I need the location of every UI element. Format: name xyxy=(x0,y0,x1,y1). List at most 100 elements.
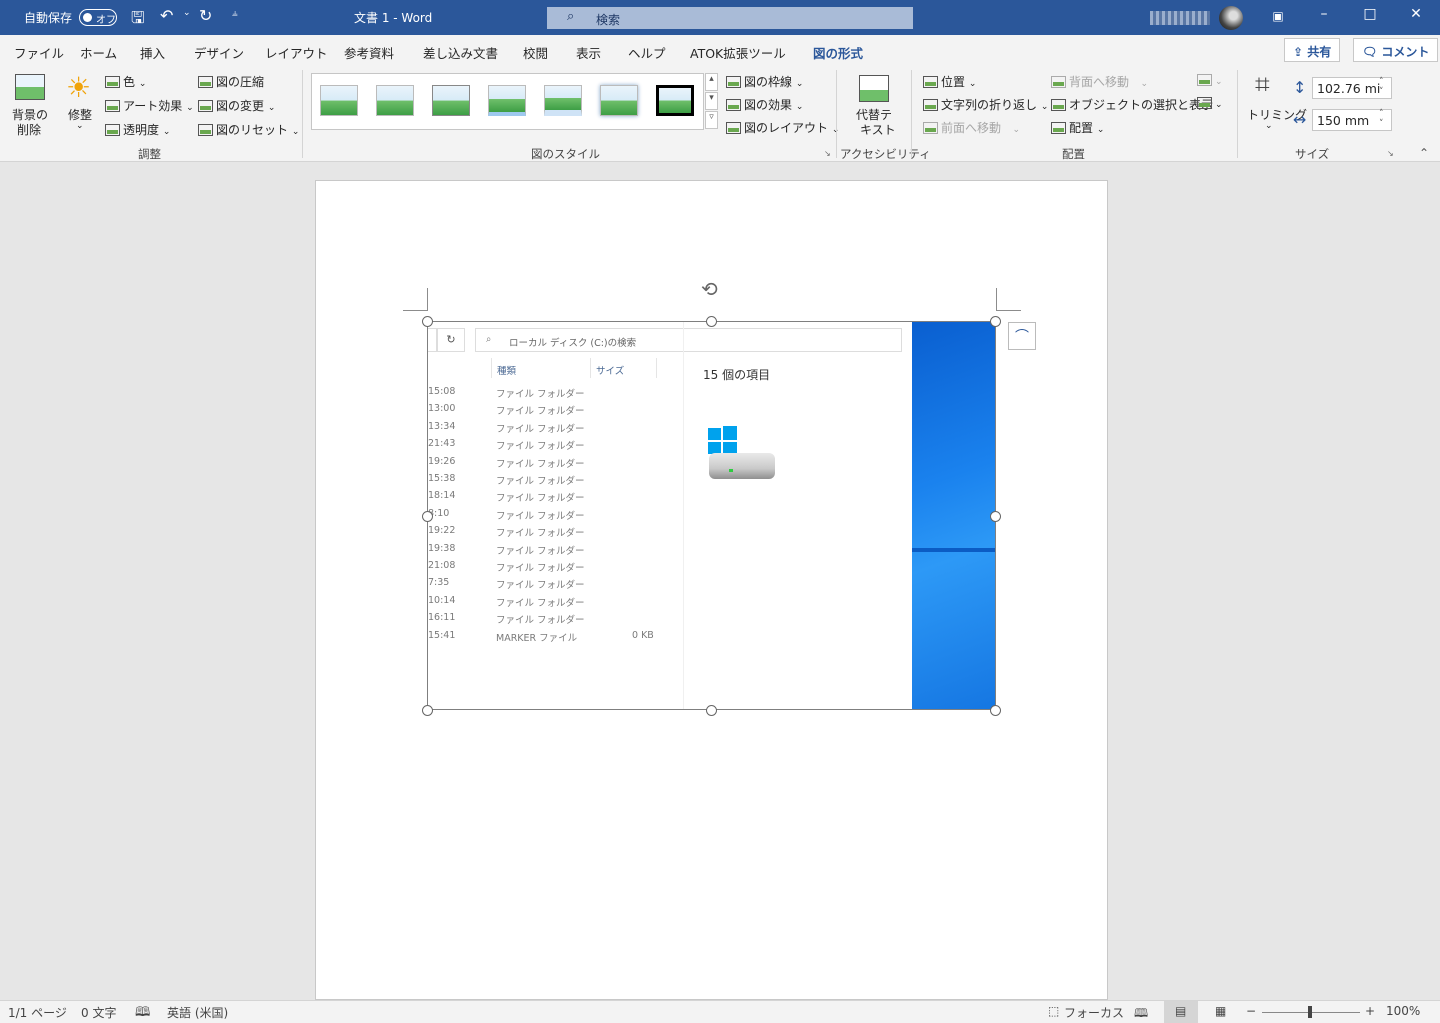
selection-pane-button[interactable]: オブジェクトの選択と表示 xyxy=(1051,96,1213,113)
resize-handle-s[interactable] xyxy=(706,705,717,716)
crop-dropdown-icon[interactable]: ⌄ xyxy=(1265,121,1273,131)
crop-icon[interactable]: ⌗ xyxy=(1255,70,1270,101)
style-thumbnail[interactable] xyxy=(376,85,414,116)
zoom-slider-thumb[interactable] xyxy=(1308,1006,1312,1018)
web-layout-icon[interactable]: ▦ xyxy=(1215,1004,1226,1018)
position-button[interactable]: 位置 ⌄ xyxy=(923,73,976,90)
customize-quick-access-icon[interactable]: ⫨ xyxy=(232,8,238,19)
group-objects-button[interactable]: ⌄ xyxy=(1197,73,1223,87)
rotate-handle-icon[interactable]: ⟲ xyxy=(701,277,718,301)
close-icon[interactable]: ✕ xyxy=(1403,6,1429,28)
search-box[interactable]: ⌕ 検索 xyxy=(547,7,913,29)
page-count[interactable]: 1/1 ページ xyxy=(8,1004,67,1021)
comment-button[interactable]: 🗨 コメント xyxy=(1353,38,1439,62)
tab-layout[interactable]: レイアウト xyxy=(265,43,328,62)
resize-handle-nw[interactable] xyxy=(422,316,433,327)
alt-text-label-2[interactable]: キスト xyxy=(860,121,896,138)
group-label-picture-styles: 図のスタイル xyxy=(531,147,600,161)
autosave-toggle[interactable]: オフ xyxy=(79,9,117,26)
minimize-icon[interactable]: – xyxy=(1311,6,1337,28)
gallery-down-icon[interactable]: ▾ xyxy=(705,92,718,110)
tab-view[interactable]: 表示 xyxy=(576,43,601,62)
zoom-in-icon[interactable]: + xyxy=(1365,1004,1375,1018)
change-picture-button[interactable]: 図の変更 ⌄ xyxy=(198,97,275,114)
transparency-button[interactable]: 透明度 ⌄ xyxy=(105,121,170,138)
save-icon[interactable]: 🖫 xyxy=(131,7,145,34)
undo-dropdown-icon[interactable]: ⌄ xyxy=(183,8,191,18)
style-thumbnail[interactable] xyxy=(432,85,470,116)
bring-forward-button[interactable]: 前面へ移動 ⌄ xyxy=(923,119,1020,136)
account-name-blurred[interactable] xyxy=(1150,11,1210,25)
tab-references[interactable]: 参考資料 xyxy=(344,43,394,62)
proofing-icon[interactable]: 🕮 xyxy=(135,1003,150,1023)
redo-icon[interactable]: ↻ xyxy=(199,6,212,25)
row-type: ファイル フォルダー xyxy=(496,406,585,418)
compress-pictures-button[interactable]: 図の圧縮 xyxy=(198,73,264,90)
style-thumbnail[interactable] xyxy=(600,85,638,116)
send-backward-button[interactable]: 背面へ移動 ⌄ xyxy=(1051,73,1148,90)
remove-background-label-2[interactable]: 削除 xyxy=(17,121,41,138)
rotate-button[interactable]: ⌄ xyxy=(1197,96,1223,110)
maximize-icon[interactable]: □ xyxy=(1357,6,1383,28)
size-dialog-launcher-icon[interactable]: ↘ xyxy=(1387,149,1394,158)
read-mode-icon[interactable]: 🕮 xyxy=(1134,1004,1148,1023)
align-button[interactable]: 配置 ⌄ xyxy=(1051,119,1104,136)
avatar[interactable] xyxy=(1219,6,1243,30)
style-thumbnail[interactable] xyxy=(488,85,526,116)
row-type: ファイル フォルダー xyxy=(496,528,585,540)
resize-handle-ne[interactable] xyxy=(990,316,1001,327)
language-indicator[interactable]: 英語 (米国) xyxy=(167,1004,228,1021)
style-thumbnail[interactable] xyxy=(320,85,358,116)
corrections-dropdown-icon[interactable]: ⌄ xyxy=(76,121,84,131)
reset-picture-button[interactable]: 図のリセット ⌄ xyxy=(198,121,299,138)
resize-handle-se[interactable] xyxy=(990,705,1001,716)
style-thumbnail-selected[interactable] xyxy=(656,85,694,116)
undo-icon[interactable]: ↶ xyxy=(160,6,173,25)
dialog-launcher-icon[interactable]: ↘ xyxy=(824,149,831,158)
picture-effects-button[interactable]: 図の効果 ⌄ xyxy=(726,96,803,113)
row-time: 19:22 xyxy=(428,525,456,537)
collapse-ribbon-icon[interactable]: ⌃ xyxy=(1419,146,1429,160)
gallery-up-icon[interactable]: ▴ xyxy=(705,73,718,91)
tab-picture-format[interactable]: 図の形式 xyxy=(813,43,864,70)
status-bar: 1/1 ページ 0 文字 🕮 英語 (米国) ⬚ フォーカス 🕮 ▤ ▦ − +… xyxy=(0,1000,1440,1023)
zoom-level[interactable]: 100% xyxy=(1386,1004,1420,1018)
wrap-text-button[interactable]: 文字列の折り返し ⌄ xyxy=(923,96,1048,113)
picture-layout-button[interactable]: 図のレイアウト ⌄ xyxy=(726,119,839,136)
tab-review[interactable]: 校閲 xyxy=(523,43,548,62)
group-separator xyxy=(911,70,912,158)
tab-design[interactable]: デザイン xyxy=(194,43,244,62)
art-effects-button[interactable]: アート効果 ⌄ xyxy=(105,97,194,114)
remove-background-icon[interactable] xyxy=(15,74,45,100)
picture-styles-gallery[interactable] xyxy=(311,73,704,130)
word-count[interactable]: 0 文字 xyxy=(81,1004,116,1021)
ribbon-tabs: ファイル ホーム 挿入 デザイン レイアウト 参考資料 差し込み文書 校閲 表示… xyxy=(0,35,1440,70)
resize-handle-e[interactable] xyxy=(990,511,1001,522)
share-button[interactable]: ⇪ 共有 xyxy=(1284,38,1341,62)
resize-handle-n[interactable] xyxy=(706,316,717,327)
focus-mode-button[interactable]: フォーカス xyxy=(1064,1004,1124,1021)
tab-insert[interactable]: 挿入 xyxy=(140,43,165,62)
style-thumbnail[interactable] xyxy=(544,85,582,116)
gallery-more-icon[interactable]: ▿ xyxy=(705,111,718,129)
width-spinner[interactable]: ˄ ˅ xyxy=(1379,109,1384,129)
height-spinner[interactable]: ˄ ˅ xyxy=(1379,77,1384,97)
inserted-picture[interactable]: ↻ ⌕ ローカル ディスク (C:)の検索 種類 サイズ 15:08 ファイル フ… xyxy=(427,321,996,710)
layout-options-icon[interactable]: ⌒ xyxy=(1008,322,1036,350)
picture-border-button[interactable]: 図の枠線 ⌄ xyxy=(726,73,803,90)
tab-atok[interactable]: ATOK拡張ツール xyxy=(690,43,786,62)
alt-text-icon[interactable] xyxy=(859,75,889,102)
focus-icon[interactable]: ⬚ xyxy=(1048,1004,1059,1018)
corrections-icon[interactable]: ☀ xyxy=(66,71,91,104)
tab-file[interactable]: ファイル xyxy=(14,43,64,62)
tab-home[interactable]: ホーム xyxy=(80,43,117,62)
ribbon-display-options-icon[interactable]: ▣ xyxy=(1265,9,1291,31)
zoom-out-icon[interactable]: − xyxy=(1246,1004,1256,1018)
resize-handle-sw[interactable] xyxy=(422,705,433,716)
color-button[interactable]: 色 ⌄ xyxy=(105,73,146,90)
resize-handle-w[interactable] xyxy=(422,511,433,522)
tab-help[interactable]: ヘルプ xyxy=(628,43,666,62)
bring-forward-label: 前面へ移動 xyxy=(941,121,1002,135)
print-layout-icon[interactable]: ▤ xyxy=(1175,1004,1186,1018)
tab-mailings[interactable]: 差し込み文書 xyxy=(423,43,498,62)
